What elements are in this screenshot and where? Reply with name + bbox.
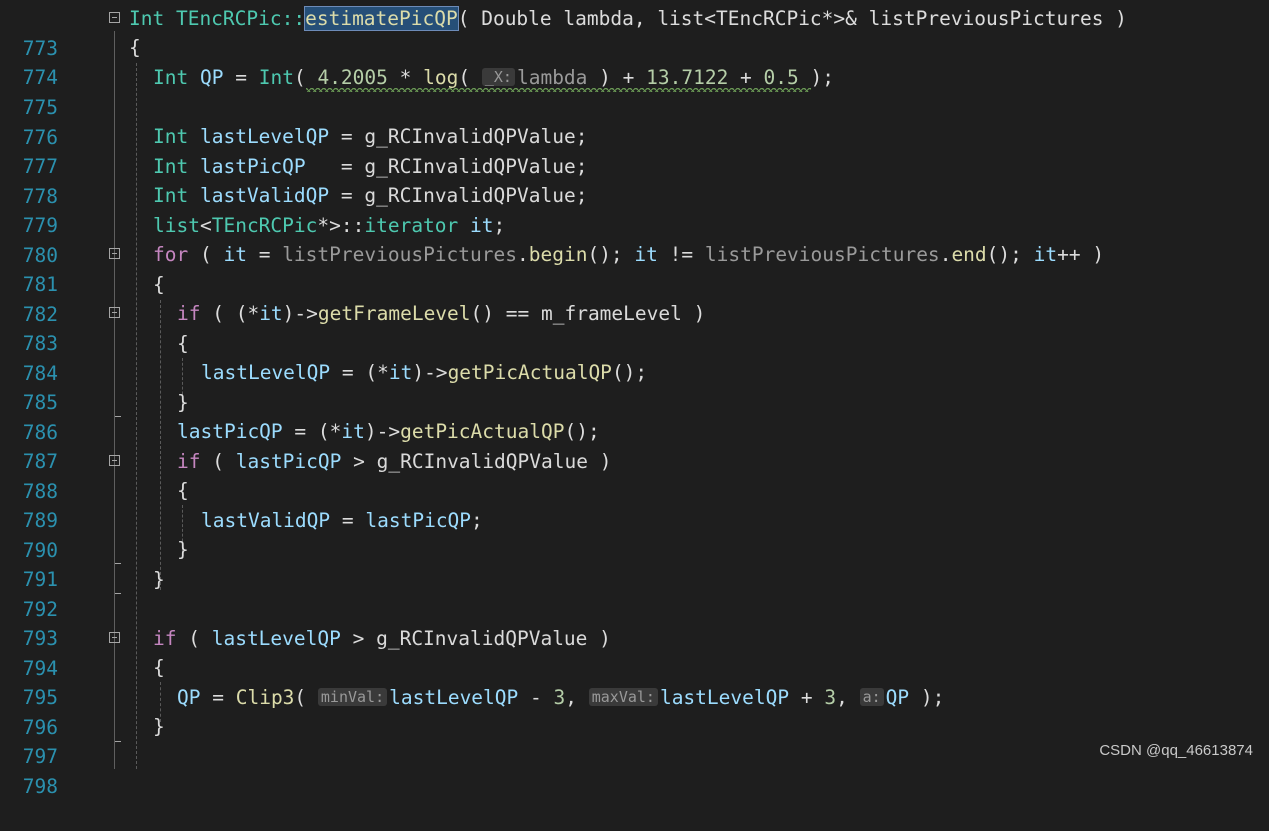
code-line[interactable]: 790 lastValidQP = lastPicQP; — [0, 506, 1269, 562]
param-hint: minVal: — [317, 688, 388, 706]
code-line[interactable]: 791 } — [0, 535, 1269, 591]
param-hint: maxVal: — [588, 688, 658, 706]
code-line[interactable]: 795 { — [0, 653, 1269, 709]
code-line[interactable]: 780 list<TEncRCPic*>::iterator it; — [0, 211, 1269, 267]
code-line[interactable]: 793 — [0, 594, 1269, 650]
collapse-icon[interactable] — [109, 307, 120, 318]
code-line[interactable]: 776 — [0, 93, 1269, 149]
collapse-icon[interactable] — [109, 12, 120, 23]
code-editor[interactable]: 773 Int TEncRCPic::estimatePicQP( Double… — [0, 0, 1269, 798]
code-line[interactable]: 774 { — [0, 33, 1269, 89]
code-line[interactable]: 787 lastPicQP = (*it)->getPicActualQP(); — [0, 417, 1269, 473]
code-line[interactable]: 773 Int TEncRCPic::estimatePicQP( Double… — [0, 4, 1269, 60]
line-number: 798 — [22, 774, 58, 798]
code-line[interactable]: 778 Int lastPicQP = g_RCInvalidQPValue; — [0, 152, 1269, 208]
function-class: Int TEncRCPic:: — [129, 7, 306, 30]
code-line[interactable]: 794 if ( lastLevelQP > g_RCInvalidQPValu… — [0, 624, 1269, 680]
code-line[interactable]: 784 { — [0, 329, 1269, 385]
collapse-icon[interactable] — [109, 632, 120, 643]
collapse-icon[interactable] — [109, 248, 120, 259]
code-line[interactable]: 781 for ( it = listPreviousPictures.begi… — [0, 240, 1269, 296]
code-line[interactable]: 782 { — [0, 270, 1269, 326]
function-params: ( Double lambda, list<TEncRCPic*>& listP… — [457, 7, 1127, 30]
code-line[interactable]: 777 Int lastLevelQP = g_RCInvalidQPValue… — [0, 122, 1269, 178]
function-name-selected[interactable]: estimatePicQP — [304, 6, 459, 31]
code-line[interactable]: 792 } — [0, 565, 1269, 621]
code-line[interactable]: 779 Int lastValidQP = g_RCInvalidQPValue… — [0, 181, 1269, 237]
code-line[interactable]: 796 QP = Clip3( minVal: lastLevelQP - 3, … — [0, 683, 1269, 739]
param-hint: a: — [859, 688, 884, 706]
code-line[interactable]: 798 — [0, 742, 1269, 798]
param-hint: _X: — [481, 68, 515, 86]
code-line[interactable]: 785 lastLevelQP = (*it)->getPicActualQP(… — [0, 358, 1269, 414]
watermark: CSDN @qq_46613874 — [1099, 742, 1253, 759]
code-line[interactable]: 775 Int QP = Int( 4.2005 * log( _X: lambd… — [0, 63, 1269, 119]
code-line[interactable]: 797 } — [0, 712, 1269, 768]
collapse-icon[interactable] — [109, 455, 120, 466]
code-line[interactable]: 786 } — [0, 388, 1269, 444]
code-line[interactable]: 783 if ( (*it)->getFrameLevel() == m_fra… — [0, 299, 1269, 355]
code-line[interactable]: 788 if ( lastPicQP > g_RCInvalidQPValue … — [0, 447, 1269, 503]
code-line[interactable]: 789 { — [0, 476, 1269, 532]
